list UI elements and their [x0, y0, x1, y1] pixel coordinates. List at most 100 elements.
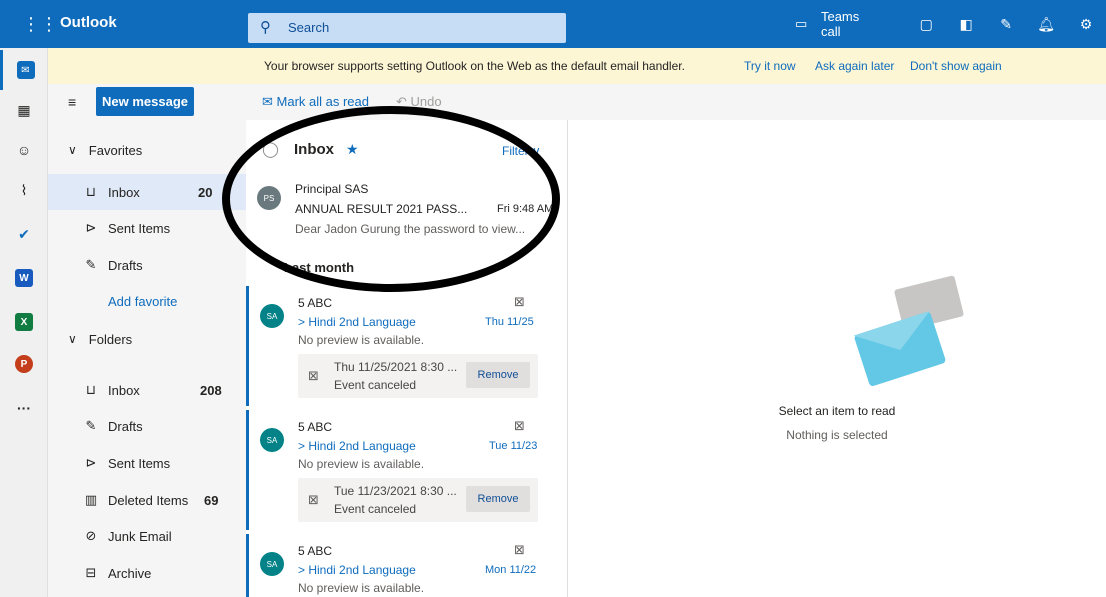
- empty-state-title: Select an item to read: [778, 404, 896, 418]
- app-name[interactable]: Outlook: [60, 14, 117, 31]
- search-box[interactable]: ⚲ Search: [248, 13, 566, 43]
- excel-icon[interactable]: X: [0, 302, 48, 342]
- send-icon: ⊳: [85, 455, 97, 470]
- favorites-item-drafts[interactable]: ✎ Drafts: [48, 247, 246, 283]
- folder-item-archive[interactable]: ⊟ Archive: [48, 555, 246, 591]
- unread-count: 208: [200, 382, 222, 398]
- favorites-item-sent[interactable]: ⊳ Sent Items: [48, 210, 246, 246]
- attachment-icon[interactable]: ⌇: [0, 170, 48, 210]
- unread-count: 69: [204, 492, 219, 508]
- chat-icon[interactable]: ▢: [906, 16, 946, 33]
- event-card: ⊠ Tue 11/23/2021 8:30 ... Event canceled…: [298, 478, 538, 522]
- folder-item-junk[interactable]: ⊘ Junk Email: [48, 518, 246, 554]
- search-input[interactable]: Search: [288, 20, 329, 35]
- office-icon[interactable]: ◧: [946, 16, 986, 33]
- archive-icon: ⊟: [85, 565, 97, 580]
- try-it-now-link[interactable]: Try it now: [744, 59, 796, 73]
- gear-icon[interactable]: ⚙: [1066, 16, 1106, 33]
- calendar-icon[interactable]: ▦: [0, 90, 48, 130]
- message-item[interactable]: SA 5 ABC ⊠ > Hindi 2nd Language Mon 11/2…: [246, 534, 567, 597]
- people-icon[interactable]: ☺: [0, 130, 48, 170]
- reading-pane: Select an item to read Nothing is select…: [568, 120, 1106, 597]
- inbox-icon: ⊔: [85, 382, 97, 397]
- message-date: Fri 9:48 AM: [497, 203, 554, 215]
- message-item[interactable]: SA 5 ABC ⊠ > Hindi 2nd Language Thu 11/2…: [246, 286, 567, 406]
- send-icon: ⊳: [85, 220, 97, 235]
- message-item[interactable]: PS Principal SAS ANNUAL RESULT 2021 PASS…: [246, 172, 567, 248]
- message-item[interactable]: SA 5 ABC ⊠ > Hindi 2nd Language Tue 11/2…: [246, 410, 567, 530]
- banner-text: Your browser supports setting Outlook on…: [264, 59, 685, 73]
- folders-header[interactable]: ∨ Folders: [48, 321, 246, 357]
- avatar: SA: [260, 304, 284, 328]
- message-preview: Dear Jadon Gurung the password to view..…: [295, 222, 526, 236]
- star-icon[interactable]: ★: [346, 141, 359, 158]
- folder-pane: ≡ New message ∨ Favorites ⊔ Inbox 20 ⊳ S…: [48, 84, 246, 597]
- avatar: PS: [257, 186, 281, 210]
- calendar-canceled-icon: ⊠: [514, 294, 525, 309]
- calendar-canceled-icon: ⊠: [514, 542, 525, 557]
- favorites-label: Favorites: [88, 142, 143, 158]
- feedback-icon[interactable]: ✎: [986, 16, 1026, 33]
- mark-all-read-label: Mark all as read: [276, 94, 369, 109]
- powerpoint-icon[interactable]: P: [0, 344, 48, 384]
- sender-name: 5 ABC: [298, 296, 333, 310]
- message-preview: No preview is available.: [298, 581, 425, 595]
- event-time: Thu 11/25/2021 8:30 ...: [334, 360, 458, 374]
- folder-item-deleted[interactable]: ▥ Deleted Items 69: [48, 482, 246, 518]
- bell-icon[interactable]: 🔔︎: [1026, 16, 1066, 33]
- default-handler-banner: Your browser supports setting Outlook on…: [48, 48, 1106, 84]
- message-subject: > Hindi 2nd Language: [298, 439, 416, 453]
- chevron-down-icon: ∨: [68, 332, 77, 346]
- avatar: SA: [260, 552, 284, 576]
- folder-label: Junk Email: [108, 528, 172, 544]
- ask-again-later-link[interactable]: Ask again later: [815, 59, 894, 73]
- folder-label: Drafts: [108, 418, 143, 434]
- folder-label: Inbox: [108, 382, 140, 398]
- message-subject: > Hindi 2nd Language: [298, 563, 416, 577]
- hamburger-icon[interactable]: ≡: [68, 94, 76, 110]
- mark-all-read-button[interactable]: ✉ Mark all as read: [262, 94, 369, 110]
- event-card: ⊠ Thu 11/25/2021 8:30 ... Event canceled…: [298, 354, 538, 398]
- folder-item-drafts[interactable]: ✎ Drafts: [48, 408, 246, 444]
- dont-show-again-link[interactable]: Don't show again: [910, 59, 1002, 73]
- add-favorite-link[interactable]: Add favorite: [48, 283, 246, 319]
- search-icon: ⚲: [260, 19, 271, 36]
- calendar-canceled-icon: ⊠: [308, 368, 319, 383]
- remove-button[interactable]: Remove: [466, 362, 530, 388]
- calendar-canceled-icon: ⊠: [514, 418, 525, 433]
- avatar: SA: [260, 428, 284, 452]
- list-title: Inbox: [294, 141, 334, 158]
- blocked-icon: ⊘: [85, 528, 97, 543]
- calendar-canceled-icon: ⊠: [308, 492, 319, 507]
- word-icon[interactable]: W: [0, 258, 48, 298]
- select-all-checkbox[interactable]: ◯: [262, 140, 279, 158]
- new-message-button[interactable]: New message: [96, 87, 194, 116]
- sender-name: Principal SAS: [295, 182, 369, 196]
- remove-button[interactable]: Remove: [466, 486, 530, 512]
- message-subject: > Hindi 2nd Language: [298, 315, 416, 329]
- more-apps-icon[interactable]: ···: [0, 388, 48, 428]
- folder-label: Sent Items: [108, 220, 171, 236]
- message-preview: No preview is available.: [298, 333, 425, 347]
- add-favorite-label: Add favorite: [108, 293, 178, 309]
- todo-icon[interactable]: ✔: [0, 214, 48, 254]
- envelope-open-icon: ✉: [262, 94, 277, 109]
- favorites-item-inbox[interactable]: ⊔ Inbox 20: [48, 174, 246, 210]
- app-launcher-icon[interactable]: ⋮⋮: [22, 14, 58, 34]
- event-status: Event canceled: [334, 378, 417, 392]
- app-rail: ✉ ▦ ☺ ⌇ ✔ W X P ···: [0, 48, 48, 597]
- undo-icon: ↶: [396, 94, 411, 109]
- folder-label: Inbox: [108, 184, 140, 200]
- undo-button[interactable]: ↶ Undo: [396, 94, 442, 110]
- folder-item-inbox[interactable]: ⊔ Inbox 208: [48, 372, 246, 408]
- favorites-header[interactable]: ∨ Favorites: [48, 132, 246, 168]
- folder-item-sent[interactable]: ⊳ Sent Items: [48, 445, 246, 481]
- sender-name: 5 ABC: [298, 544, 333, 558]
- folders-label: Folders: [88, 331, 133, 347]
- message-date: Tue 11/23: [489, 440, 538, 452]
- teams-call-button[interactable]: Teams call: [821, 9, 882, 39]
- envelope-illustration: [853, 310, 947, 388]
- filter-button[interactable]: Filter ∨: [502, 144, 541, 158]
- mail-icon[interactable]: ✉: [0, 50, 48, 90]
- folder-label: Drafts: [108, 257, 143, 273]
